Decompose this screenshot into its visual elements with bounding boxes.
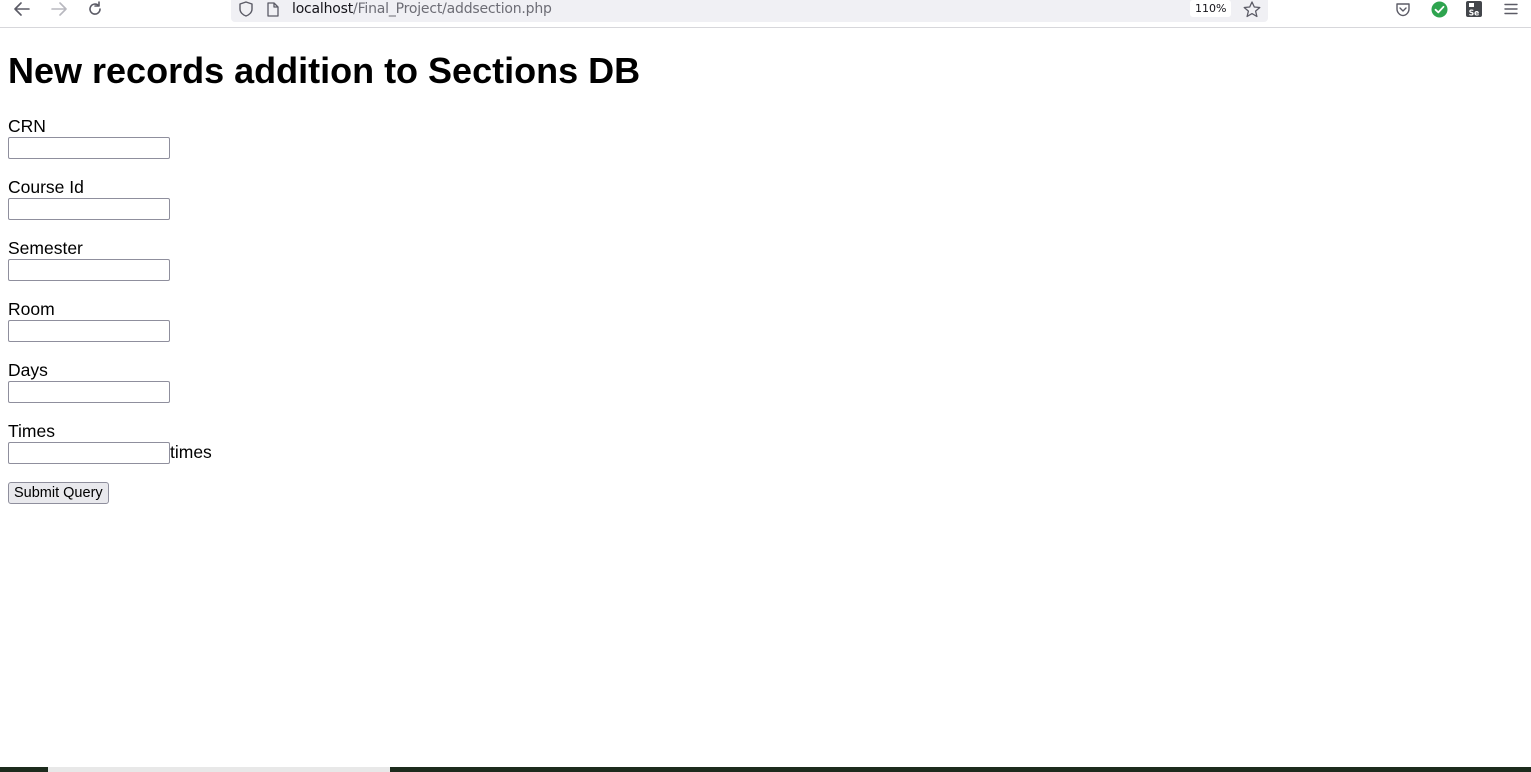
course-id-input[interactable]	[8, 198, 170, 220]
crn-label: CRN	[8, 116, 46, 136]
zoom-indicator[interactable]: 110%	[1190, 0, 1232, 17]
selenium-icon-label: Se	[1469, 9, 1480, 18]
semester-label: Semester	[8, 238, 83, 258]
semester-input[interactable]	[8, 259, 170, 281]
reload-icon[interactable]	[83, 0, 107, 18]
forward-arrow-icon[interactable]	[47, 0, 71, 18]
url-host: localhost	[292, 1, 354, 17]
times-input[interactable]	[8, 442, 170, 464]
address-bar[interactable]: localhost/Final_Project/addsection.php 1…	[231, 0, 1268, 22]
room-label: Room	[8, 299, 55, 319]
days-label: Days	[8, 360, 48, 380]
times-label: Times	[8, 421, 55, 441]
page-icon[interactable]	[265, 0, 281, 18]
shield-icon[interactable]	[237, 0, 255, 18]
pocket-icon[interactable]	[1392, 0, 1414, 18]
taskbar-active-item[interactable]	[48, 767, 390, 772]
url-path: /Final_Project/addsection.php	[353, 1, 552, 17]
room-input[interactable]	[8, 320, 170, 342]
course-id-label: Course Id	[8, 177, 84, 197]
submit-query-button[interactable]: Submit Query	[8, 482, 109, 504]
days-input[interactable]	[8, 381, 170, 403]
page-title: New records addition to Sections DB	[8, 50, 641, 91]
check-circle-icon[interactable]	[1428, 0, 1450, 18]
star-icon[interactable]	[1242, 0, 1262, 18]
times-suffix-text: times	[170, 442, 212, 462]
crn-input[interactable]	[8, 137, 170, 159]
browser-toolbar: localhost/Final_Project/addsection.php 1…	[0, 0, 1531, 28]
back-arrow-icon[interactable]	[10, 0, 34, 18]
hamburger-menu-icon[interactable]	[1500, 0, 1522, 18]
url-text[interactable]: localhost/Final_Project/addsection.php	[292, 1, 552, 17]
selenium-icon[interactable]: Se	[1463, 0, 1485, 18]
